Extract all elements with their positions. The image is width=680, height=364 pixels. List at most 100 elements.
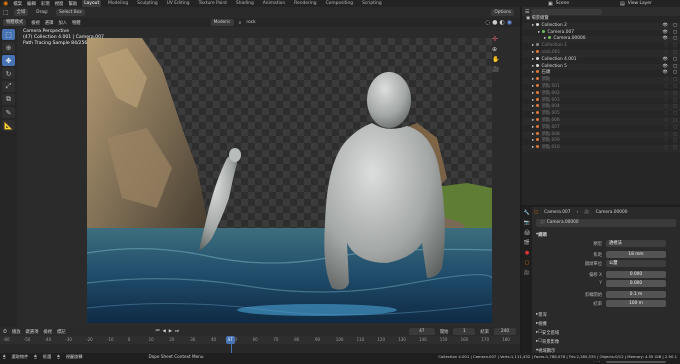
visibility-toggle-icon[interactable]: ◌	[664, 145, 668, 152]
lens-unit-dropdown[interactable]: 公釐	[606, 260, 666, 267]
outliner-item[interactable]: ▸ Collection 4.001 👁 ▢	[522, 56, 680, 64]
transform-orientation-dropdown[interactable]: Moderic	[210, 19, 234, 26]
select-tool-icon[interactable]: ⬚	[2, 29, 15, 40]
expand-arrow-icon[interactable]: ▸	[538, 30, 542, 35]
viewport-shading-buttons[interactable]: ◌ ● ◐ ◉	[485, 19, 512, 26]
menu-window[interactable]: 視窗	[55, 1, 64, 7]
focal-field[interactable]: 18 mm	[606, 251, 666, 258]
menu-view[interactable]: 檢視	[31, 20, 40, 26]
workspace-tab-uv-editing[interactable]: UV Editing	[165, 0, 192, 7]
menu-edit[interactable]: 編輯	[27, 1, 36, 7]
visibility-toggle-icon[interactable]: 👁	[663, 70, 668, 77]
outliner-item[interactable]: ▸ Collection 2 👁 ▢	[522, 22, 680, 30]
render-toggle-icon[interactable]: ▢	[673, 57, 677, 64]
lens-section-header[interactable]: ▾ 鏡頭	[536, 230, 676, 239]
transform-tool-icon[interactable]: ⧉	[2, 94, 15, 105]
tool-tab-icon[interactable]: 🔧	[524, 210, 530, 216]
safe-areas-section-header[interactable]: ▸ ☐ 安全區域	[536, 328, 676, 337]
timeline-editor-icon[interactable]: ⏱	[3, 329, 7, 335]
menu-file[interactable]: 檔案	[13, 1, 22, 7]
render-toggle-icon[interactable]: ▢	[673, 50, 677, 57]
render-toggle-icon[interactable]: ▢	[673, 91, 677, 98]
workspace-tab-shading[interactable]: Shading	[234, 0, 256, 7]
render-toggle-icon[interactable]: ▢	[673, 84, 677, 91]
timeline-track-area[interactable]	[0, 344, 520, 353]
expand-arrow-icon[interactable]: ▸	[532, 132, 536, 137]
camera-view-icon[interactable]: 🎥	[492, 66, 499, 73]
timeline-menu-view[interactable]: 檢視	[43, 329, 52, 335]
rotate-tool-icon[interactable]: ↻	[2, 68, 15, 79]
visibility-toggle-icon[interactable]: ◌	[664, 84, 668, 91]
outliner-item[interactable]: ▸ 頂點.001 ◌ ▢	[522, 83, 680, 91]
workspace-tab-compositing[interactable]: Compositing	[324, 0, 356, 7]
shift-x-field[interactable]: 0.000	[606, 271, 666, 278]
mode-dropdown[interactable]: 物體模式	[3, 19, 27, 26]
render-toggle-icon[interactable]: ▢	[673, 125, 677, 132]
expand-arrow-icon[interactable]: ▸	[532, 64, 536, 69]
timeline-menu-marker[interactable]: 標記	[57, 329, 66, 335]
menu-object[interactable]: 物體	[72, 20, 81, 26]
render-toggle-icon[interactable]: ▢	[673, 98, 677, 105]
visibility-toggle-icon[interactable]: ◌	[664, 104, 668, 111]
outliner-item[interactable]: ▸ 頂點 ◌ ▢	[522, 77, 680, 84]
render-toggle-icon[interactable]: ▢	[673, 145, 677, 152]
render-tab-icon[interactable]: 📷	[524, 220, 530, 226]
visibility-toggle-icon[interactable]: ◌	[664, 125, 668, 132]
cursor-tool-icon[interactable]: ⊕	[2, 42, 15, 53]
visibility-toggle-icon[interactable]: ◌	[664, 132, 668, 139]
render-toggle-icon[interactable]: ▢	[673, 77, 677, 84]
visibility-toggle-icon[interactable]: ◌	[664, 111, 668, 118]
play-reverse-icon[interactable]: ◀	[162, 329, 165, 334]
output-tab-icon[interactable]: 🖨	[524, 230, 530, 236]
visibility-toggle-icon[interactable]: ◌	[664, 118, 668, 125]
visibility-toggle-icon[interactable]: ◌	[664, 77, 668, 84]
workspace-tab-scripting[interactable]: Scripting	[360, 0, 384, 7]
outliner-root[interactable]: ▣ 場景總覽	[522, 16, 680, 23]
background-images-section-header[interactable]: ▸ ☐ 背景影像	[536, 337, 676, 346]
outliner-item[interactable]: ▸ 頂點.010 ◌ ▢	[522, 145, 680, 152]
menu-select[interactable]: 選擇	[45, 20, 54, 26]
view-layer-selector[interactable]: ▤ View Layer	[620, 0, 652, 7]
render-toggle-icon[interactable]: ▢	[673, 132, 677, 139]
camera-section-header[interactable]: ▸ 相機	[536, 319, 676, 328]
visibility-toggle-icon[interactable]: ◌	[664, 138, 668, 145]
axis-gizmo-icon[interactable]: ✛	[492, 35, 499, 43]
measure-tool-icon[interactable]: 📐	[2, 120, 15, 131]
rendered-shading-icon[interactable]: ◉	[507, 19, 512, 26]
navigation-gizmo[interactable]: ✛ ⊕ ✋ 🎥	[492, 35, 499, 73]
visibility-toggle-icon[interactable]: ◌	[664, 91, 668, 98]
clip-end-field[interactable]: 100 m	[606, 300, 666, 307]
object-tab-icon[interactable]: ▢	[525, 260, 530, 266]
outliner-search-field[interactable]	[532, 8, 603, 15]
workspace-tab-texture-paint[interactable]: Texture Paint	[197, 0, 229, 7]
type-dropdown[interactable]: 透視法	[606, 240, 666, 247]
workspace-tab-modeling[interactable]: Modeling	[106, 0, 130, 7]
visibility-toggle-icon[interactable]: 👁	[663, 23, 668, 30]
visibility-toggle-icon[interactable]: ◌	[664, 98, 668, 105]
scene-tab-icon[interactable]: 🎬	[524, 240, 530, 246]
blender-logo-icon[interactable]: ◉	[3, 0, 8, 7]
render-toggle-icon[interactable]: ▢	[673, 138, 677, 145]
outliner-item[interactable]: ▸ 頂點.006 ◌ ▢	[522, 117, 680, 125]
workspace-tab-animation[interactable]: Animation	[261, 0, 287, 7]
jump-end-icon[interactable]: ⏭	[175, 329, 179, 334]
wireframe-shading-icon[interactable]: ◌	[485, 19, 490, 26]
render-toggle-icon[interactable]: ▢	[673, 43, 677, 50]
zoom-icon[interactable]: ⊕	[492, 46, 499, 53]
current-frame-field[interactable]: 47	[408, 328, 435, 335]
end-frame-field[interactable]: 240	[494, 328, 516, 335]
menu-add[interactable]: 加入	[58, 20, 67, 26]
workspace-tab-layout[interactable]: Layout	[82, 0, 102, 7]
expand-arrow-icon[interactable]: ▸	[532, 98, 536, 103]
clip-start-field[interactable]: 0.1 m	[606, 291, 666, 298]
outliner-item[interactable]: ▸ rock.001 ◌ ▢	[522, 49, 680, 57]
outliner-item[interactable]: ▸ 頂點.005 ◌ ▢	[522, 111, 680, 118]
visibility-toggle-icon[interactable]: ◌	[664, 43, 668, 50]
playhead[interactable]: 47	[225, 336, 235, 344]
search-field[interactable]: rock	[246, 20, 255, 25]
orientation-dropdown[interactable]: 全域	[13, 9, 29, 16]
world-tab-icon[interactable]: ●	[525, 250, 529, 256]
render-toggle-icon[interactable]: ▢	[673, 118, 677, 125]
scale-tool-icon[interactable]: ⤢	[2, 81, 15, 92]
menu-help[interactable]: 幫助	[68, 1, 77, 7]
